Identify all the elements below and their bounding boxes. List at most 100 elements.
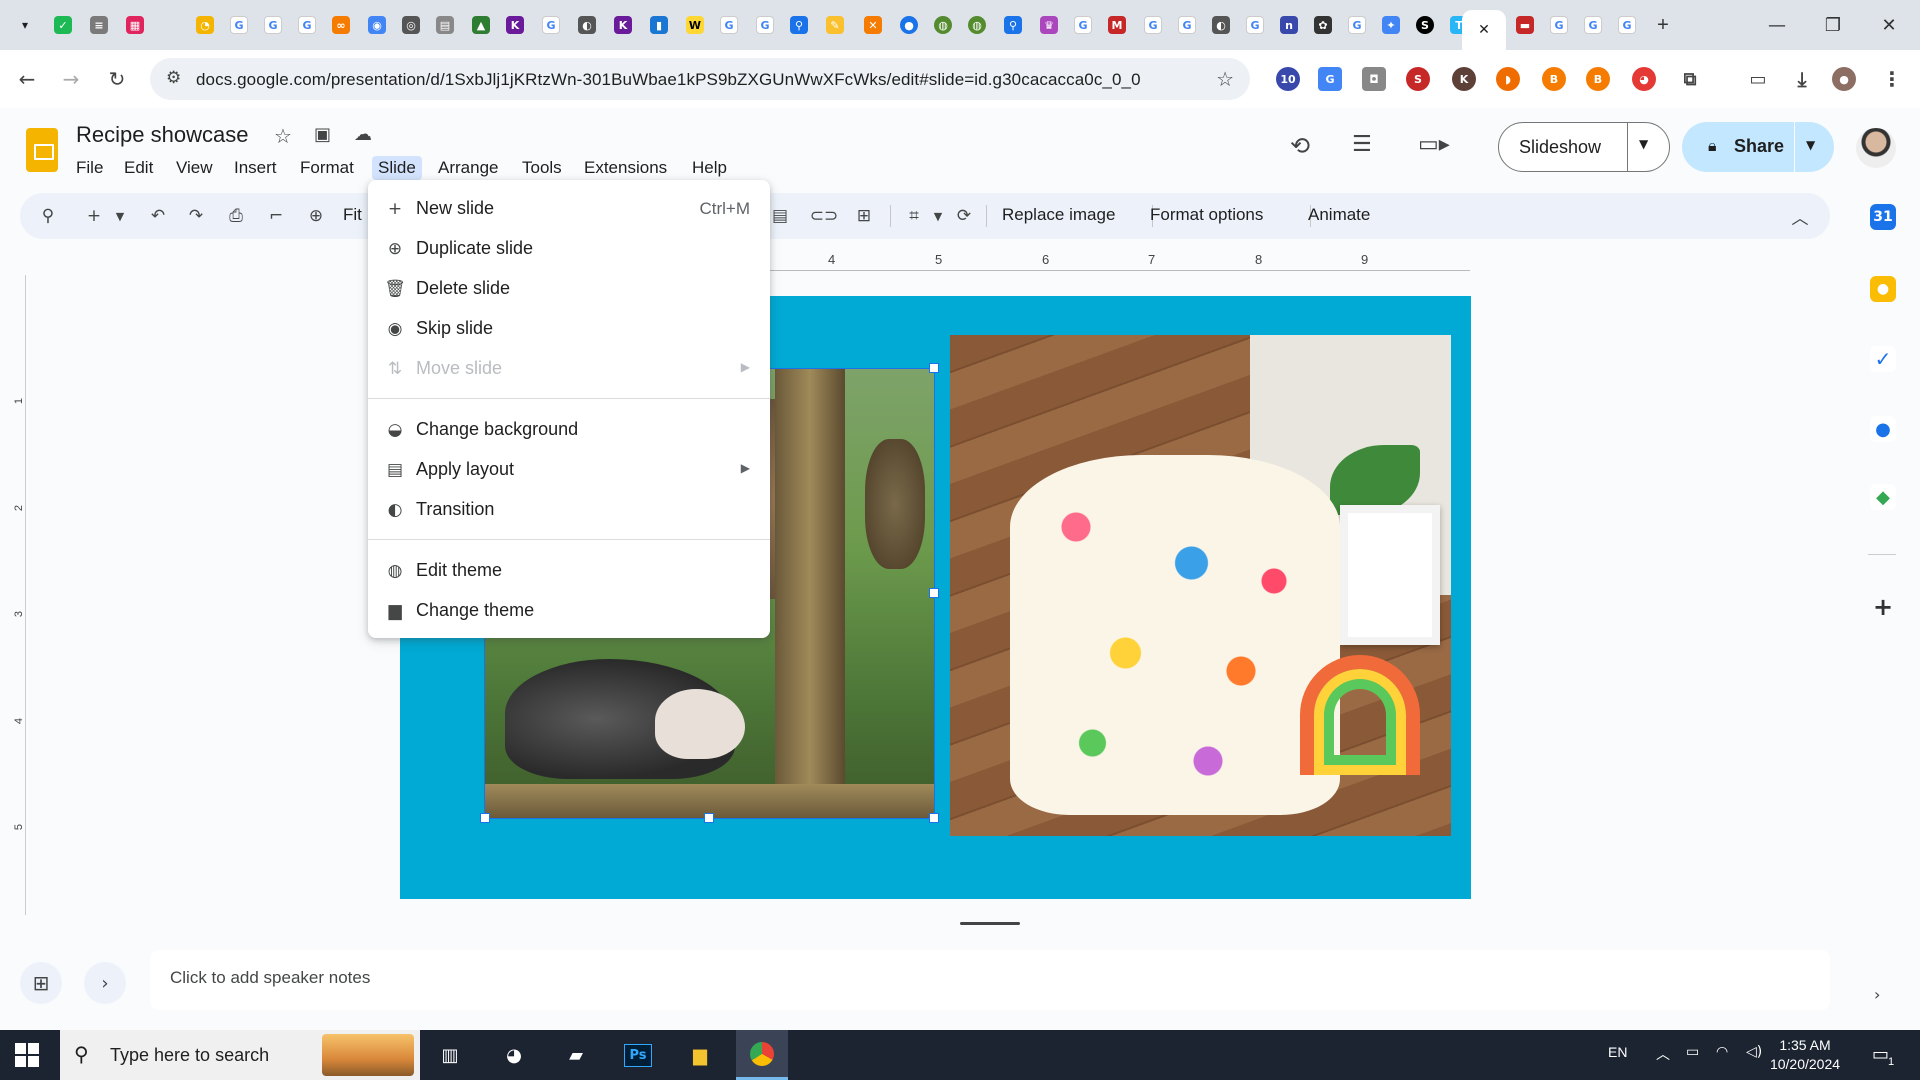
chevron-down-icon[interactable]: ▼ [930,202,946,230]
menu-item-new-slide[interactable]: + New slide Ctrl+M [368,188,770,228]
tab[interactable]: G [714,10,744,40]
tab[interactable]: G [750,10,780,40]
tab[interactable]: ▲ [466,10,496,40]
tab[interactable]: ◎ [396,10,426,40]
tab[interactable]: ≡ [84,10,114,40]
menu-item-skip-slide[interactable]: ◉ Skip slide [368,308,770,348]
notification-icon[interactable]: ▭ [1872,1044,1889,1065]
zoom-select[interactable]: Fit [343,205,362,225]
close-window-button[interactable]: ✕ [1866,10,1912,40]
tab[interactable]: ✕ [858,10,888,40]
tab[interactable]: G [1172,10,1202,40]
show-hidden-icons[interactable]: ︿ [1656,1044,1670,1064]
extension-icon[interactable]: S [1406,67,1430,91]
tab[interactable]: G [1544,10,1574,40]
tab[interactable]: ◍ [962,10,992,40]
menu-item-edit-theme[interactable]: ◍ Edit theme [368,550,770,590]
tab[interactable]: ▬ [1510,10,1540,40]
chevron-down-icon[interactable]: ▼ [112,202,128,230]
calendar-icon[interactable]: 31 [1870,204,1896,230]
tab[interactable]: ∞ [326,10,356,40]
account-avatar[interactable] [1856,128,1896,168]
language-indicator[interactable]: EN [1608,1044,1627,1060]
get-addons-icon[interactable]: + [1870,593,1896,621]
chevron-down-icon[interactable]: ▼ [1639,137,1648,151]
chevron-down-icon[interactable]: ▼ [1806,138,1815,152]
system-clock[interactable]: 1:35 AM 10/20/2024 [1760,1036,1850,1074]
wifi-icon[interactable]: ◠ [1716,1044,1728,1060]
crop-icon[interactable]: ⌗ [900,202,928,230]
tab[interactable]: ▮ [644,10,674,40]
add-icon[interactable]: + [80,202,108,230]
extension-icon[interactable]: B [1586,67,1610,91]
speaker-notes[interactable]: Click to add speaker notes [150,950,1830,1010]
app-icon[interactable]: ◕ [488,1030,540,1080]
animate-button[interactable]: Animate [1308,205,1370,225]
windows-start-icon[interactable] [14,1042,40,1068]
tab[interactable]: G [1068,10,1098,40]
grid-view-icon[interactable]: ⊞ [20,962,62,1004]
collapse-toolbar-icon[interactable]: ︿ [1786,202,1814,230]
new-tab-button[interactable]: + [1648,10,1678,40]
more-icon[interactable]: ⋮ [1880,67,1904,91]
show-side-panel-icon[interactable]: › [1874,985,1880,1004]
comments-icon[interactable]: ☰ [1352,132,1372,157]
menu-help[interactable]: Help [686,156,733,180]
slideshow-button[interactable]: Slideshow ▼ [1498,122,1670,172]
tab[interactable]: ▦ [120,10,150,40]
camera-icon[interactable]: ◘ [1362,67,1386,91]
tab[interactable]: ◐ [572,10,602,40]
tab[interactable]: K [608,10,638,40]
tab[interactable]: ♛ [1034,10,1064,40]
tab[interactable]: G [1342,10,1372,40]
tab[interactable]: ● [894,10,924,40]
forward-button[interactable]: → [56,64,86,94]
redo-icon[interactable]: ↷ [182,202,210,230]
tab[interactable]: K [500,10,530,40]
extension-icon[interactable]: B [1542,67,1566,91]
menu-edit[interactable]: Edit [118,156,159,180]
tab[interactable]: G [536,10,566,40]
reload-button[interactable]: ↻ [102,64,132,94]
menu-extensions[interactable]: Extensions [578,156,673,180]
tab[interactable]: ⚲ [998,10,1028,40]
tab[interactable]: ◔ [190,10,220,40]
photoshop-icon[interactable]: Ps [612,1030,664,1080]
puzzle-icon[interactable]: ⧉ [1678,67,1702,91]
bookmark-star-icon[interactable]: ☆ [1216,67,1234,91]
tab-active[interactable]: ✕ [1462,10,1506,50]
translate-icon[interactable]: G [1318,67,1342,91]
add-comment-icon[interactable]: ⊞ [850,202,878,230]
menu-format[interactable]: Format [294,156,360,180]
battery-icon[interactable]: ▭ [1686,1044,1699,1060]
tab[interactable]: ◐ [1206,10,1236,40]
tab[interactable]: G [1612,10,1642,40]
undo-icon[interactable]: ↶ [144,202,172,230]
share-button[interactable]: 🔒︎ Share ▼ [1682,122,1834,172]
tab[interactable]: G [1240,10,1270,40]
expand-filmstrip-icon[interactable]: › [84,962,126,1004]
cast-icon[interactable]: ▭ [1746,67,1770,91]
tab[interactable]: G [224,10,254,40]
print-icon[interactable]: ⎙ [222,202,250,230]
app-icon[interactable]: ▰ [550,1030,602,1080]
tab[interactable]: G [1138,10,1168,40]
tab[interactable]: S [1410,10,1440,40]
format-options-button[interactable]: Format options [1150,205,1263,225]
notes-resize-handle[interactable] [960,922,1020,925]
search-menus-icon[interactable]: ⚲ [34,202,62,230]
menu-item-duplicate-slide[interactable]: ⊕ Duplicate slide [368,228,770,268]
tab[interactable]: ◍ [928,10,958,40]
move-folder-icon[interactable]: ▣ [314,124,331,145]
menu-item-transition[interactable]: ◐ Transition [368,489,770,529]
maximize-button[interactable]: ❐ [1810,10,1856,40]
contacts-icon[interactable]: ● [1870,416,1896,442]
tab[interactable]: ✿ [1308,10,1338,40]
meet-icon[interactable]: ▭▸ [1418,132,1450,157]
task-view-icon[interactable]: ▥ [424,1030,476,1080]
document-title[interactable]: Recipe showcase [76,122,248,148]
extension-icon[interactable]: 10 [1276,67,1300,91]
star-icon[interactable]: ☆ [274,124,292,148]
back-button[interactable]: ← [12,64,42,94]
tab[interactable]: ◉ [362,10,392,40]
